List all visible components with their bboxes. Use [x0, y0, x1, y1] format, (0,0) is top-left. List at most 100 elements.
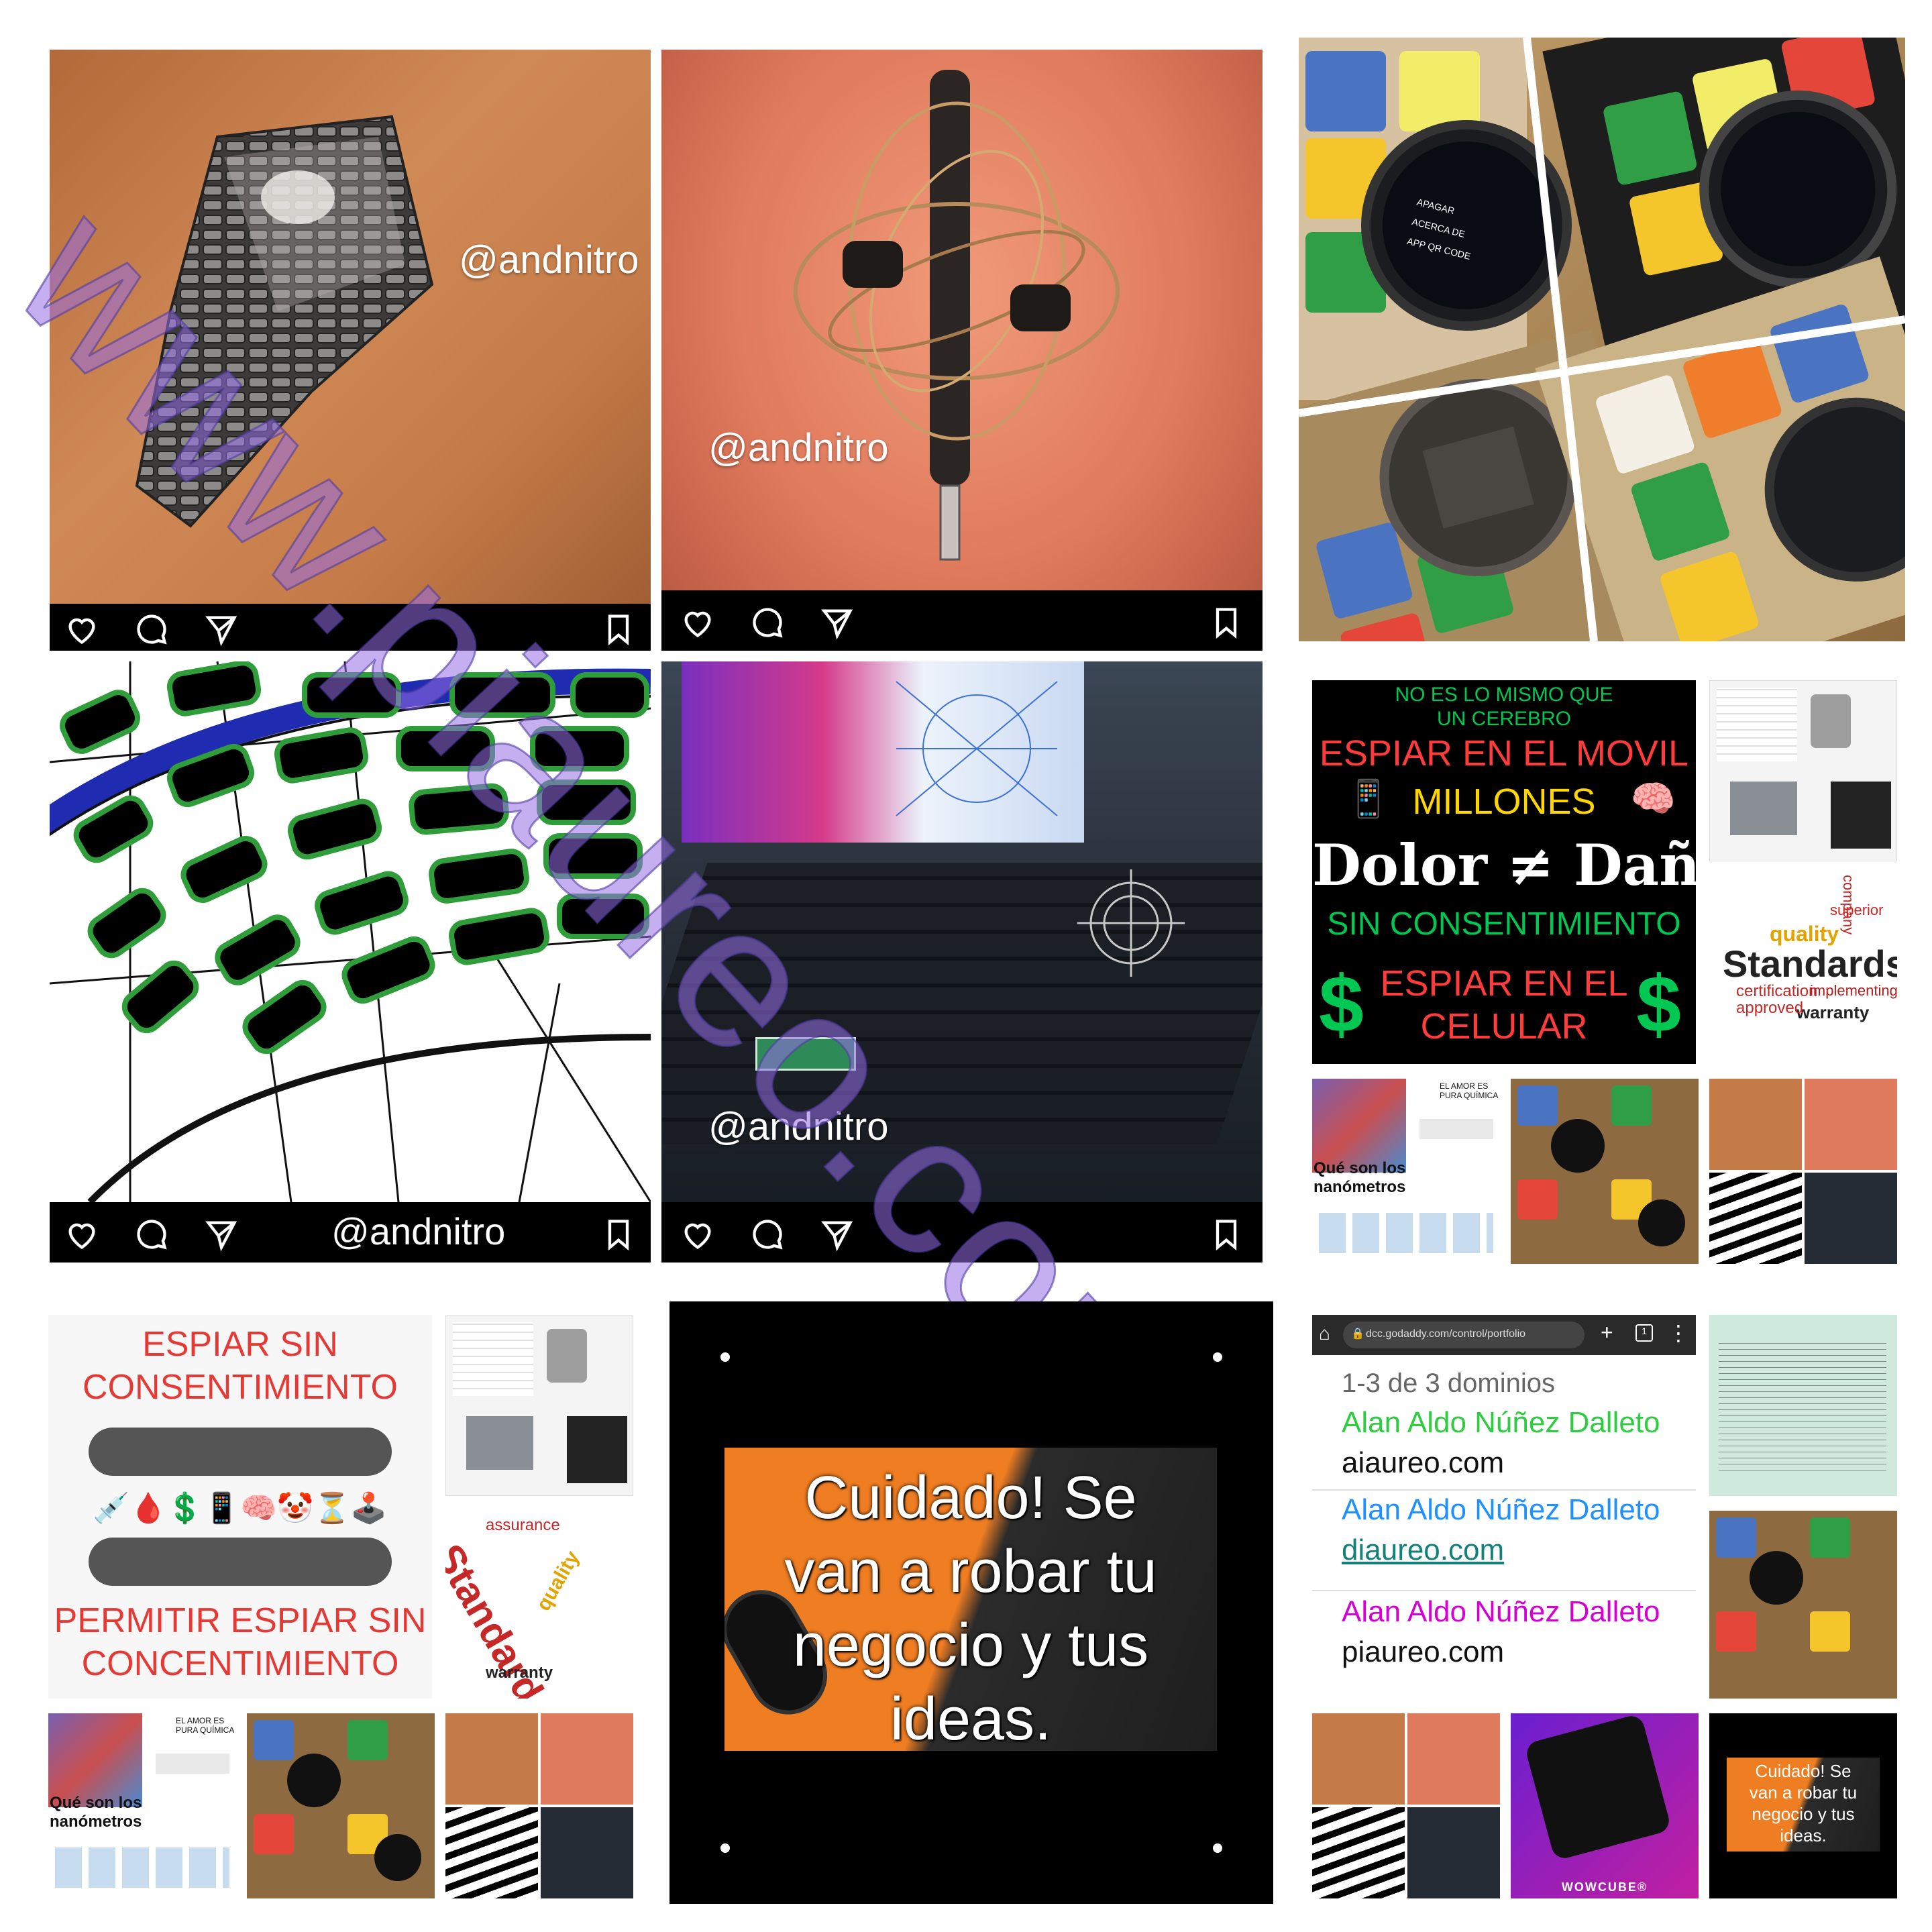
comment-icon[interactable]	[134, 612, 169, 647]
post-action-bar	[661, 1202, 1263, 1263]
warning-card: Cuidado! Se van a robar tu negocio y tus…	[669, 1301, 1273, 1904]
nano-image	[48, 1713, 142, 1807]
heart-icon[interactable]	[64, 612, 99, 647]
consent-bar	[89, 1428, 392, 1476]
watch-face	[1551, 1119, 1605, 1173]
spec-image	[1730, 782, 1797, 835]
domain-name[interactable]: aiaureo.com	[1342, 1446, 1696, 1480]
thumb-watches[interactable]	[1709, 1511, 1897, 1699]
heart-icon[interactable]	[680, 605, 715, 640]
rubik-tile	[254, 1814, 294, 1854]
menu-icon[interactable]: ⋮	[1668, 1320, 1689, 1346]
home-icon[interactable]: ⌂	[1319, 1323, 1330, 1344]
bookmark-icon[interactable]	[1209, 605, 1244, 640]
warning-text[interactable]: Cuidado! Se van a robar tu negocio y tus…	[724, 1461, 1217, 1751]
post-photo-pattern[interactable]: @andnitro	[50, 661, 651, 1263]
circuit-board	[755, 1037, 856, 1071]
tabs-icon[interactable]: 1	[1635, 1324, 1653, 1342]
comment-icon[interactable]	[134, 1217, 169, 1252]
word-cloud: Standards quality certification company …	[1709, 875, 1897, 1064]
thumb-nanometros[interactable]: Qué son los nanómetros EL AMOR ES PURA Q…	[48, 1713, 236, 1898]
bookmark-icon[interactable]	[601, 612, 636, 647]
grid-thumb	[1312, 1807, 1405, 1898]
nano-table	[1419, 1119, 1493, 1139]
bookmark-icon[interactable]	[601, 1217, 636, 1252]
url-field[interactable]: 🔒 dcc.godaddy.com/control/portfolio	[1343, 1322, 1585, 1348]
nano-diagram	[55, 1847, 229, 1888]
comment-icon[interactable]	[750, 605, 785, 640]
lock-icon: 🔒	[1351, 1328, 1364, 1340]
post-photo-gyroscope[interactable]: @andnitro	[661, 50, 1263, 651]
consent-title: ESPIAR SIN CONSENTIMIENTO	[83, 1325, 398, 1407]
spy-card-line1: ESPIAR EN EL MOVIL	[1319, 733, 1689, 773]
share-icon[interactable]	[204, 612, 239, 647]
word-cloud: Standards quality assurance warranty	[445, 1509, 633, 1699]
domain-owner: Alan Aldo Núñez Dalleto	[1342, 1595, 1660, 1628]
post-action-bar	[661, 590, 1263, 651]
bookmark-icon[interactable]	[1209, 1217, 1244, 1252]
pattern-drawing	[50, 661, 651, 1202]
grid-thumb	[1805, 1173, 1897, 1264]
spec-table	[453, 1322, 533, 1396]
thumb-instagram-grid[interactable]	[1709, 1079, 1897, 1264]
domain-name[interactable]: diaureo.com	[1342, 1534, 1696, 1567]
word-cloud-word: implementing	[1810, 982, 1897, 999]
spec-image	[1831, 782, 1891, 849]
heart-icon[interactable]	[680, 1217, 715, 1252]
grid-thumb	[1805, 1079, 1897, 1170]
thumb-wowcube[interactable]: WOWCUBE®	[1511, 1713, 1699, 1898]
rubik-tile	[347, 1720, 388, 1760]
warning-thumb-image: Cuidado! Se van a robar tu negocio y tus…	[1727, 1758, 1880, 1851]
corner-dot	[1213, 1352, 1222, 1362]
domain-name[interactable]: piaureo.com	[1342, 1635, 1696, 1669]
gyro-small	[1077, 869, 1185, 977]
post-handle: @andnitro	[459, 238, 639, 282]
consent-emojis: 💉🩸💲📱🧠🤡⏳🕹️	[93, 1492, 388, 1525]
word-cloud-word: warranty	[486, 1664, 553, 1682]
thumb-watches[interactable]	[247, 1713, 435, 1898]
share-icon[interactable]	[820, 605, 855, 640]
nano-diagram	[1319, 1213, 1493, 1253]
divider	[1312, 1489, 1696, 1491]
heart-icon[interactable]	[64, 1217, 99, 1252]
grid-thumb	[1407, 1807, 1500, 1898]
amor-quimica: EL AMOR ES PURA QUÍMICA	[176, 1716, 235, 1735]
grid-thumb	[1709, 1079, 1802, 1170]
thumb-instagram-grid[interactable]	[1312, 1713, 1500, 1898]
post-photo-laptop[interactable]: @andnitro	[661, 661, 1263, 1263]
metal-sculpture	[135, 115, 434, 528]
thumb-instagram-grid[interactable]	[445, 1713, 633, 1898]
corner-dot	[1213, 1843, 1222, 1853]
post-action-bar: @andnitro	[50, 1202, 651, 1263]
watch-rubik-collage: APAGAR ACERCA DE APP QR CODE	[1299, 38, 1905, 641]
gyroscope-device	[794, 70, 1120, 561]
spy-card-line3: Dolor ≠ Daño	[1312, 832, 1738, 898]
watch-face	[1750, 1551, 1803, 1605]
thumb-nanometros[interactable]: Qué son los nanómetros EL AMOR ES PURA Q…	[1312, 1079, 1500, 1264]
nano-image	[1312, 1079, 1406, 1173]
post-action-bar	[50, 604, 651, 651]
word-cloud-word: Standards	[1723, 943, 1897, 985]
word-cloud-word: quality	[1770, 922, 1839, 946]
amor-quimica: EL AMOR ES PURA QUÍMICA	[1440, 1081, 1499, 1100]
url-text: dcc.godaddy.com/control/portfolio	[1366, 1328, 1526, 1340]
spy-card-top: NO ES LO MISMO QUE UN CEREBRO	[1395, 684, 1613, 730]
warning-thumb-text: Cuidado! Se van a robar tu negocio y tus…	[1749, 1761, 1858, 1845]
spy-card-line4: SIN CONSENTIMIENTO	[1327, 906, 1681, 942]
spec-image	[567, 1416, 627, 1483]
new-tab-icon[interactable]: +	[1601, 1320, 1613, 1345]
rubik-tile	[1716, 1611, 1756, 1652]
warning-image: Cuidado! Se van a robar tu negocio y tus…	[724, 1448, 1217, 1751]
share-icon[interactable]	[204, 1217, 239, 1252]
thumb-watches[interactable]	[1511, 1079, 1699, 1264]
nano-table	[156, 1754, 229, 1774]
share-icon[interactable]	[820, 1217, 855, 1252]
dollar-right: $	[1636, 959, 1681, 1049]
thumb-warning[interactable]: Cuidado! Se van a robar tu negocio y tus…	[1709, 1713, 1897, 1898]
post-photo-sculpture[interactable]: @andnitro	[50, 50, 651, 651]
watch-face	[1638, 1199, 1685, 1246]
word-cloud-word: superior	[1830, 902, 1884, 918]
browser-bar: ⌂ 🔒 dcc.godaddy.com/control/portfolio + …	[1312, 1315, 1696, 1355]
comment-icon[interactable]	[750, 1217, 785, 1252]
rubik-tile	[1517, 1179, 1558, 1220]
